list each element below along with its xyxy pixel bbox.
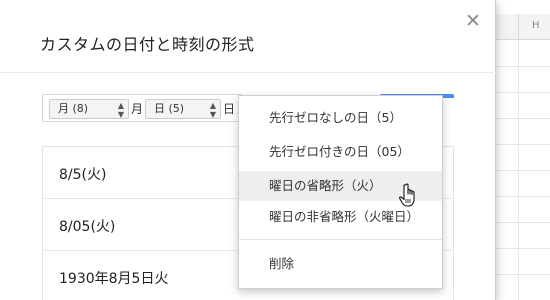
preview-text: 8/05(火): [59, 219, 116, 235]
stepper-arrows-icon[interactable]: ▲ ▼: [118, 100, 124, 119]
dialog-title: カスタムの日付と時刻の形式: [40, 35, 255, 54]
day-chip-label: 日 (5): [154, 102, 185, 115]
month-suffix: 月: [131, 102, 144, 116]
preview-text: 1930年8月5日火: [59, 271, 169, 287]
grid-vline: [518, 40, 519, 300]
month-chip-label: 月 (8): [58, 102, 89, 115]
stepper-arrows-icon[interactable]: ▲ ▼: [210, 100, 216, 119]
menu-item-day-no-leading-zero[interactable]: 先行ゼロなしの日（5）: [239, 103, 442, 133]
column-header-h[interactable]: H: [532, 20, 540, 31]
format-editor[interactable]: 月 (8) ▲ ▼ 月 日 (5) ▲ ▼ 日: [42, 94, 242, 122]
column-separator: [518, 14, 519, 40]
day-format-chip[interactable]: 日 (5) ▲ ▼: [145, 99, 221, 119]
menu-item-delete[interactable]: 削除: [239, 249, 442, 279]
menu-item-day-leading-zero[interactable]: 先行ゼロ付きの日（05）: [239, 137, 442, 167]
day-suffix: 日: [223, 102, 236, 116]
close-icon[interactable]: ✕: [462, 10, 484, 32]
month-format-chip[interactable]: 月 (8) ▲ ▼: [49, 99, 129, 119]
hand-cursor-icon: [399, 183, 415, 207]
title-divider: [0, 72, 496, 73]
menu-divider: [239, 239, 442, 240]
preview-text: 8/5(火): [59, 167, 107, 183]
